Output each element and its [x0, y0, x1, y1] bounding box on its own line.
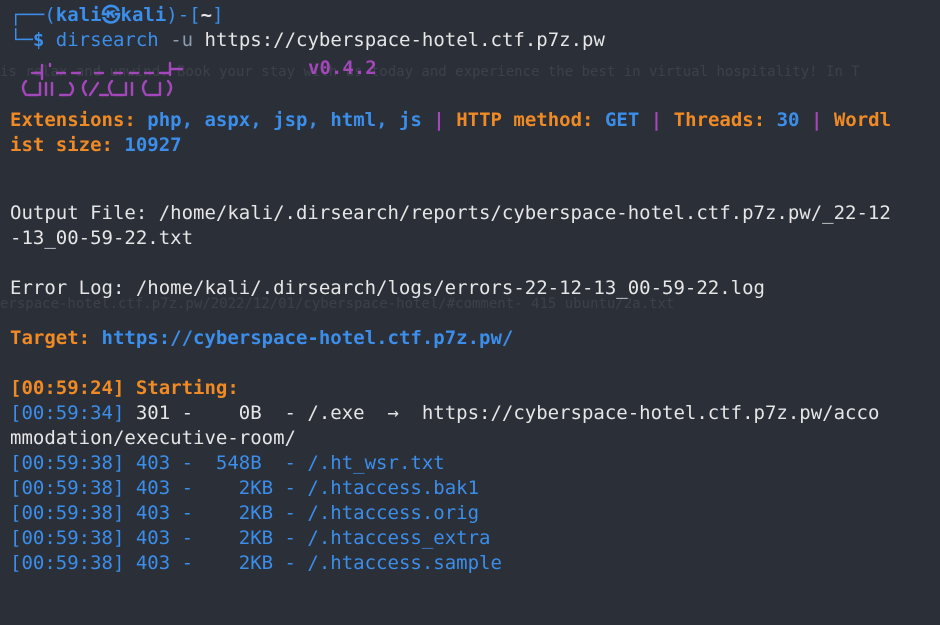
- prompt-line: ┌──(kali㉿kali)-[~]: [10, 4, 224, 26]
- error-log-line: Error Log: /home/kali/.dirsearch/logs/er…: [10, 277, 765, 299]
- dirsearch-logo-icon: [21, 61, 184, 97]
- separator: |: [810, 109, 823, 131]
- result-text: 403 - 2KB - /.htaccess_extra: [135, 527, 491, 549]
- extensions-label: Extensions:: [10, 109, 136, 131]
- starting-label: Starting:: [135, 377, 239, 399]
- result-line: [00:59:38] 403 - 2KB - /.htaccess.sample: [10, 551, 935, 576]
- result-timestamp: [00:59:38]: [10, 552, 125, 574]
- result-timestamp: [00:59:38]: [10, 502, 125, 524]
- result-line-wrap: mmodation/executive-room/: [10, 427, 296, 449]
- result-timestamp: [00:59:38]: [10, 527, 125, 549]
- starting-timestamp: [00:59:24]: [10, 377, 125, 399]
- target-line: Target: https://cyberspace-hotel.ctf.p7z…: [10, 326, 935, 351]
- config-line: Extensions: php, aspx, jsp, html, js | H…: [10, 108, 935, 133]
- target-label: Target:: [10, 327, 91, 349]
- method-value: GET: [604, 109, 640, 131]
- result-line: [00:59:38] 403 - 2KB - /.htaccess.orig: [10, 501, 935, 526]
- target-url: https://cyberspace-hotel.ctf.p7z.pw/: [101, 327, 514, 349]
- separator: |: [650, 109, 663, 131]
- dirsearch-banner: v0.4.2: [10, 55, 935, 103]
- result-line: [00:59:38] 403 - 2KB - /.htaccess_extra: [10, 526, 935, 551]
- threads-label: Threads:: [673, 109, 766, 131]
- command-url-arg: https://cyberspace-hotel.ctf.p7z.pw: [204, 29, 605, 51]
- result-text: 403 - 2KB - /.htaccess.bak1: [135, 477, 480, 499]
- result-timestamp: [00:59:34]: [10, 402, 125, 424]
- prompt-symbol: $: [32, 29, 45, 51]
- result-text: 403 - 2KB - /.htaccess.orig: [135, 502, 480, 524]
- result-line: [00:59:38] 403 - 2KB - /.htaccess.bak1: [10, 476, 935, 501]
- prompt-cwd: ~: [200, 4, 213, 26]
- separator: |: [433, 109, 445, 131]
- output-file-line: Output File: /home/kali/.dirsearch/repor…: [10, 202, 891, 224]
- result-text: 301 - 0B - /.exe → https://cyberspace-ho…: [135, 402, 880, 424]
- result-timestamp: [00:59:38]: [10, 477, 125, 499]
- prompt-user-host: kali㉿kali: [55, 4, 167, 26]
- command-name: dirsearch: [55, 29, 159, 51]
- wordlist-label-part2: ist size:: [10, 134, 113, 156]
- result-line: [00:59:34] 301 - 0B - /.exe → https://cy…: [10, 401, 935, 426]
- command-flag: -u: [170, 29, 194, 51]
- command-line: └─$ dirsearch -u https://cyberspace-hote…: [10, 29, 605, 51]
- version-label: v0.4.2: [308, 57, 377, 79]
- starting-line: [00:59:24] Starting:: [10, 376, 935, 401]
- result-timestamp: [00:59:38]: [10, 452, 125, 474]
- terminal[interactable]: ┌──(kali㉿kali)-[~] └─$ dirsearch -u http…: [10, 3, 935, 576]
- config-line-wrap: ist size: 10927: [10, 133, 935, 158]
- result-text: 403 - 2KB - /.htaccess.sample: [135, 552, 502, 574]
- result-text: 403 - 548B - /.ht_wsr.txt: [135, 452, 445, 474]
- wordlist-value: 10927: [124, 134, 182, 156]
- extensions-value: php, aspx, jsp, html, js: [147, 109, 422, 131]
- method-label: HTTP method:: [456, 109, 594, 131]
- output-file-line-wrap: -13_00-59-22.txt: [10, 227, 194, 249]
- wordlist-label-part1: Wordl: [833, 109, 892, 131]
- result-line: [00:59:38] 403 - 548B - /.ht_wsr.txt: [10, 451, 935, 476]
- threads-value: 30: [776, 109, 800, 131]
